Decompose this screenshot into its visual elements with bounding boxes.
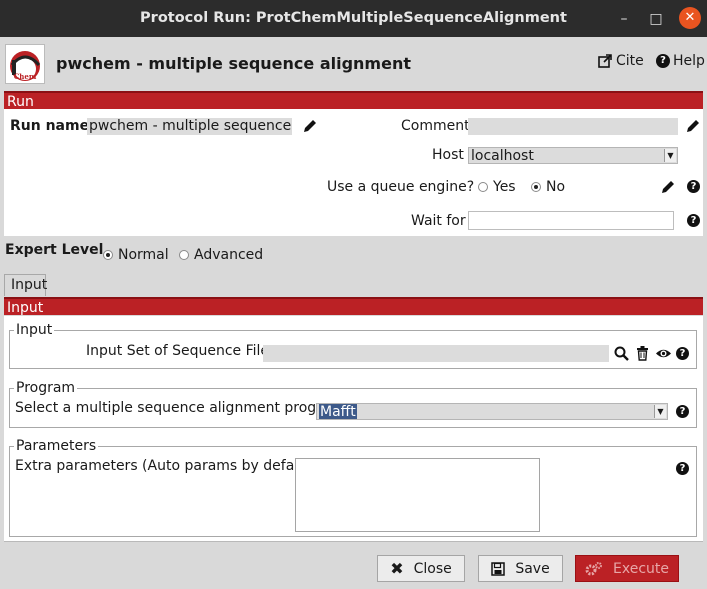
input-group-legend: Input [14, 322, 55, 338]
cite-link[interactable]: Cite [598, 53, 644, 69]
program-select[interactable]: Mafft [316, 403, 668, 420]
radio-off-icon [478, 182, 488, 192]
expert-normal-label: Normal [118, 247, 169, 263]
help-label: Help [673, 53, 705, 69]
minimize-icon[interactable]: – [614, 9, 634, 29]
parameters-group-legend: Parameters [14, 438, 99, 454]
external-link-icon [598, 54, 612, 68]
execute-button[interactable]: Execute [575, 555, 679, 582]
input-section-header: Input [4, 297, 703, 316]
queue-label: Use a queue engine? [327, 179, 475, 195]
program-select-value: Mafft [319, 404, 357, 420]
host-dropdown-arrow-icon[interactable]: ▼ [664, 149, 676, 162]
extra-params-help-icon[interactable]: ? [676, 462, 689, 475]
expert-normal-radio[interactable]: Normal [103, 247, 169, 263]
maximize-icon[interactable]: □ [646, 9, 666, 29]
queue-no-label: No [546, 179, 566, 195]
close-button[interactable]: ✖ Close [377, 555, 465, 582]
run-name-label: Run name [10, 118, 90, 134]
queue-no-radio[interactable]: No [531, 179, 565, 195]
floppy-disk-icon [491, 561, 506, 576]
help-icon: ? [656, 54, 670, 68]
tab-input[interactable]: Input [4, 274, 48, 296]
protocol-header: Chem pwchem - multiple sequence alignmen… [0, 37, 707, 89]
extra-params-label: Extra parameters (Auto params by default… [15, 458, 323, 474]
eye-icon[interactable] [655, 347, 672, 360]
extra-params-textarea[interactable] [295, 458, 540, 532]
edit-comment-pencil-icon[interactable] [685, 118, 701, 134]
protocol-title: pwchem - multiple sequence alignment [56, 54, 411, 73]
close-window-icon[interactable]: ✕ [679, 7, 701, 29]
save-button[interactable]: Save [478, 555, 563, 582]
input-set-help-icon[interactable]: ? [676, 347, 689, 360]
expert-level-label: Expert Level [5, 242, 104, 258]
save-button-label: Save [515, 560, 550, 577]
program-group-legend: Program [14, 380, 78, 396]
close-x-icon: ✖ [390, 559, 404, 578]
program-select-label: Select a multiple sequence alignment pro… [15, 400, 349, 416]
host-select[interactable]: localhost [468, 147, 678, 164]
run-section-header: Run [4, 91, 703, 110]
comment-label: Comment [401, 118, 470, 134]
wait-for-label: Wait for [411, 213, 466, 229]
search-icon[interactable] [614, 346, 629, 361]
queue-help-icon[interactable]: ? [687, 180, 700, 193]
help-link[interactable]: ? Help [656, 53, 705, 69]
expert-advanced-radio[interactable]: Advanced [179, 247, 263, 263]
input-set-field[interactable] [263, 345, 609, 362]
svg-text:Chem: Chem [14, 72, 37, 81]
cite-label: Cite [616, 53, 644, 69]
edit-queue-pencil-icon[interactable] [660, 179, 676, 195]
chem-logo: Chem [5, 44, 45, 84]
program-help-icon[interactable]: ? [676, 405, 689, 418]
run-name-field[interactable]: pwchem - multiple sequence alig [87, 118, 292, 135]
execute-button-label: Execute [613, 560, 669, 577]
edit-run-name-pencil-icon[interactable] [302, 118, 318, 134]
host-value: localhost [471, 148, 534, 164]
window-title: Protocol Run: ProtChemMultipleSequenceAl… [140, 10, 567, 26]
radio-off-icon [179, 250, 189, 260]
wait-for-help-icon[interactable]: ? [687, 214, 700, 227]
gears-icon [585, 561, 602, 575]
queue-yes-label: Yes [493, 179, 516, 195]
program-dropdown-arrow-icon[interactable]: ▼ [654, 405, 666, 418]
radio-on-icon [103, 250, 113, 260]
expert-advanced-label: Advanced [194, 247, 264, 263]
close-button-label: Close [413, 560, 452, 577]
host-label: Host [432, 147, 464, 163]
window-titlebar: Protocol Run: ProtChemMultipleSequenceAl… [0, 0, 707, 37]
queue-yes-radio[interactable]: Yes [478, 179, 516, 195]
comment-field[interactable] [468, 118, 678, 135]
input-set-label: Input Set of Sequence File: [86, 343, 274, 359]
wait-for-field[interactable] [468, 211, 674, 230]
tab-input-label: Input [11, 277, 48, 293]
radio-on-icon [531, 182, 541, 192]
trash-icon[interactable] [636, 346, 649, 361]
